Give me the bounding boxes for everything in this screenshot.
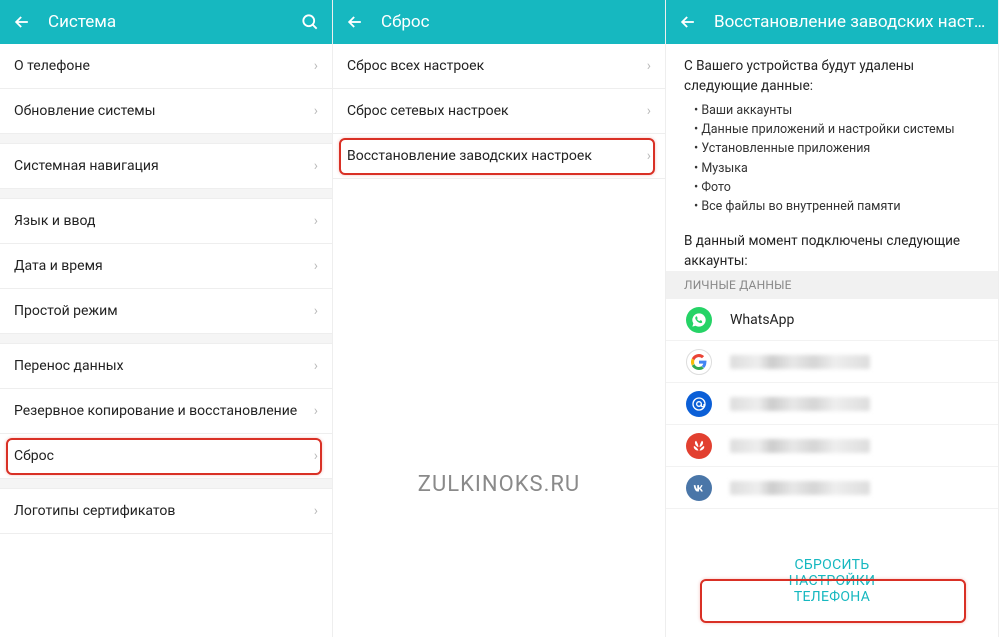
chevron-right-icon: › xyxy=(314,258,318,274)
header-factory-reset: Восстановление заводских настроек xyxy=(666,0,998,44)
account-row[interactable] xyxy=(666,425,998,467)
panel-system: Система О телефоне›Обновление системы›Си… xyxy=(0,0,333,637)
list-item[interactable]: Язык и ввод› xyxy=(0,199,332,244)
list-item-label: Простой режим xyxy=(14,303,314,319)
chevron-right-icon: › xyxy=(314,403,318,419)
bullet-item: Ваши аккаунты xyxy=(694,101,980,120)
list-item-label: Резервное копирование и восстановление xyxy=(14,403,314,419)
intro-text: С Вашего устройства будут удалены следую… xyxy=(666,44,998,97)
list-item-label: Логотипы сертификатов xyxy=(14,503,314,519)
chevron-right-icon: › xyxy=(314,303,318,319)
panel-factory-reset: Восстановление заводских настроек С Ваше… xyxy=(666,0,999,637)
list-item[interactable]: Системная навигация› xyxy=(0,144,332,189)
bullet-item: Установленные приложения xyxy=(694,139,980,158)
bullet-item: Фото xyxy=(694,178,980,197)
back-icon[interactable] xyxy=(12,12,32,32)
chevron-right-icon: › xyxy=(314,58,318,74)
bullet-item: Данные приложений и настройки системы xyxy=(694,120,980,139)
list-item[interactable]: Восстановление заводских настроек› xyxy=(333,134,665,179)
account-name-redacted xyxy=(730,481,870,495)
list-item[interactable]: Сброс всех настроек› xyxy=(333,44,665,89)
chevron-right-icon: › xyxy=(314,213,318,229)
list-item-label: Язык и ввод xyxy=(14,213,314,229)
account-name-redacted xyxy=(730,355,870,369)
section-personal-data: ЛИЧНЫЕ ДАННЫЕ xyxy=(666,271,998,299)
account-name: WhatsApp xyxy=(730,312,794,328)
list-item-label: Сброс xyxy=(14,448,314,464)
accounts-intro: В данный момент подключены следующие акк… xyxy=(666,227,998,272)
list-item[interactable]: Перенос данных› xyxy=(0,344,332,389)
list-gap xyxy=(0,189,332,199)
account-row[interactable]: WhatsApp xyxy=(666,299,998,341)
chevron-right-icon: › xyxy=(647,58,651,74)
list-item-label: О телефоне xyxy=(14,58,314,74)
bullet-item: Музыка xyxy=(694,159,980,178)
panel-reset: Сброс Сброс всех настроек›Сброс сетевых … xyxy=(333,0,666,637)
account-row[interactable] xyxy=(666,341,998,383)
list-item[interactable]: Резервное копирование и восстановление› xyxy=(0,389,332,434)
mail-icon xyxy=(686,391,712,417)
list-item-label: Сброс всех настроек xyxy=(347,58,647,74)
list-item[interactable]: Обновление системы› xyxy=(0,89,332,134)
list-gap xyxy=(0,334,332,344)
google-icon xyxy=(686,349,712,375)
back-icon[interactable] xyxy=(345,12,365,32)
list-gap xyxy=(0,479,332,489)
header-system: Система xyxy=(0,0,332,44)
search-icon[interactable] xyxy=(300,12,320,32)
reset-phone-button[interactable]: СБРОСИТЬ НАСТРОЙКИ ТЕЛЕФОНА xyxy=(749,547,915,615)
deletion-list: Ваши аккаунтыДанные приложений и настрой… xyxy=(666,97,998,227)
list-item-label: Сброс сетевых настроек xyxy=(347,103,647,119)
vk-icon xyxy=(686,475,712,501)
list-item-label: Обновление системы xyxy=(14,103,314,119)
page-title: Сброс xyxy=(381,12,653,32)
list-gap xyxy=(0,134,332,144)
chevron-right-icon: › xyxy=(314,358,318,374)
list-item-label: Восстановление заводских настроек xyxy=(347,148,647,164)
chevron-right-icon: › xyxy=(314,448,318,464)
back-icon[interactable] xyxy=(678,12,698,32)
list-item[interactable]: О телефоне› xyxy=(0,44,332,89)
chevron-right-icon: › xyxy=(647,103,651,119)
list-item[interactable]: Логотипы сертификатов› xyxy=(0,489,332,534)
list-item[interactable]: Простой режим› xyxy=(0,289,332,334)
bullet-item: Все файлы во внутренней памяти xyxy=(694,197,980,216)
list-item-label: Системная навигация xyxy=(14,158,314,174)
account-name-redacted xyxy=(730,397,870,411)
page-title: Восстановление заводских настроек xyxy=(714,12,986,32)
account-name-redacted xyxy=(730,439,870,453)
chevron-right-icon: › xyxy=(314,503,318,519)
watermark: ZULKINOKS.RU xyxy=(418,472,580,497)
list-item-label: Дата и время xyxy=(14,258,314,274)
whatsapp-icon xyxy=(686,307,712,333)
huawei-icon xyxy=(686,433,712,459)
list-item[interactable]: Сброс› xyxy=(0,434,332,479)
chevron-right-icon: › xyxy=(314,103,318,119)
account-row[interactable] xyxy=(666,467,998,509)
page-title: Система xyxy=(48,12,300,32)
list-item-label: Перенос данных xyxy=(14,358,314,374)
chevron-right-icon: › xyxy=(314,158,318,174)
account-row[interactable] xyxy=(666,383,998,425)
chevron-right-icon: › xyxy=(647,148,651,164)
list-item[interactable]: Дата и время› xyxy=(0,244,332,289)
header-reset: Сброс xyxy=(333,0,665,44)
list-item[interactable]: Сброс сетевых настроек› xyxy=(333,89,665,134)
